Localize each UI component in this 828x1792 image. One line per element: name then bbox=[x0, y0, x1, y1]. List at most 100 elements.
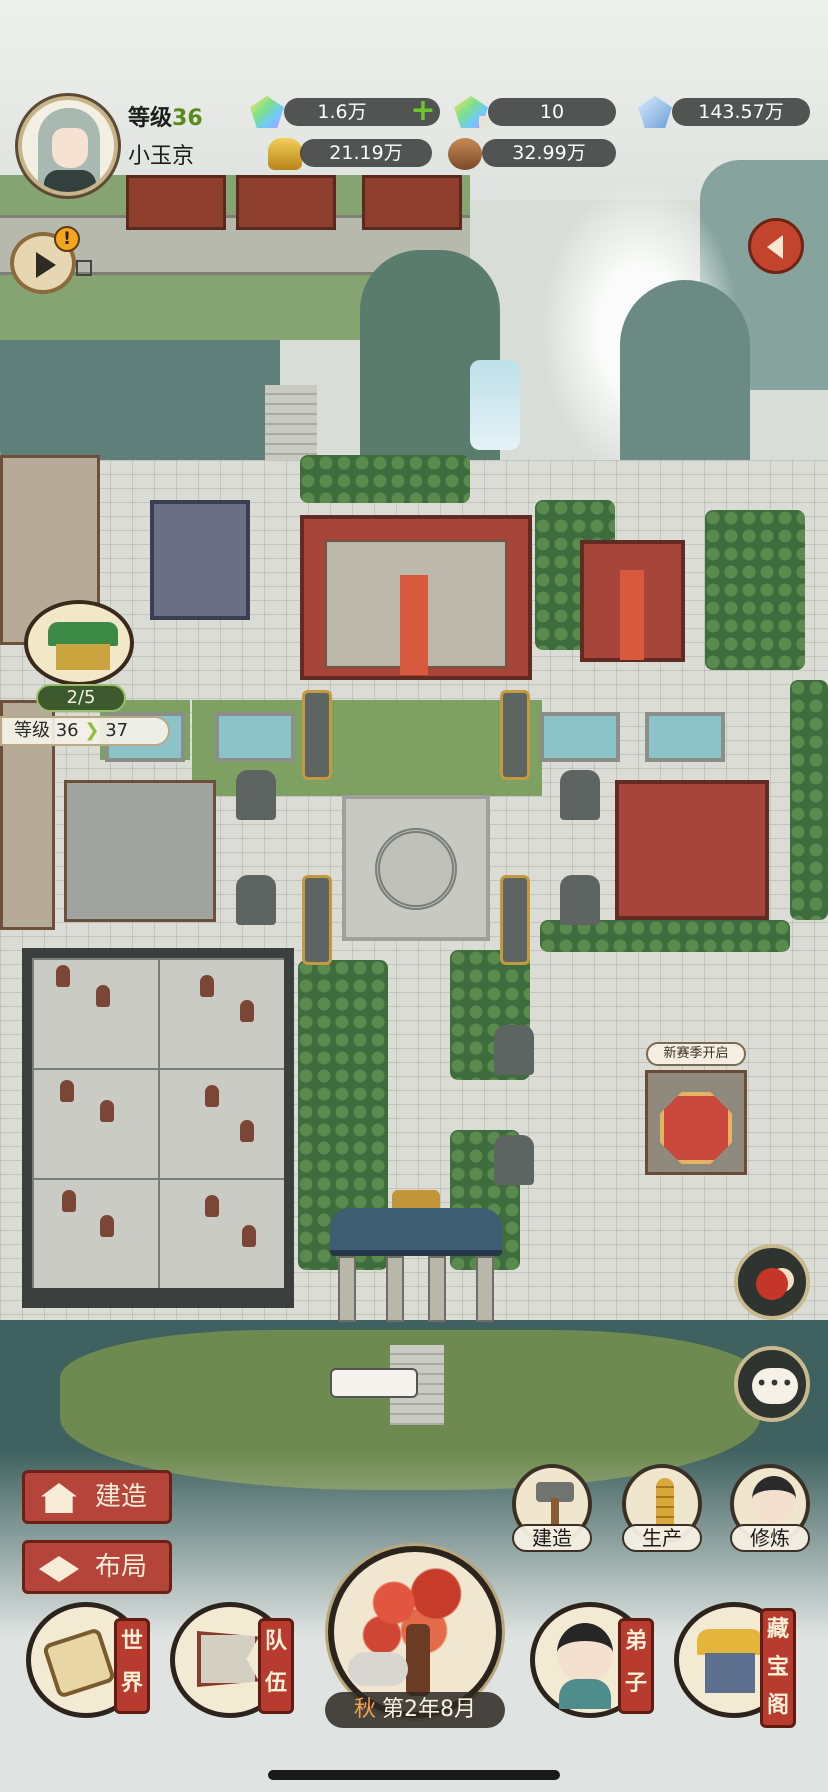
hedge bbox=[790, 680, 828, 920]
cloud-icon bbox=[348, 1652, 408, 1686]
mountain bbox=[620, 280, 750, 480]
hedge bbox=[300, 455, 470, 503]
red-ball-icon bbox=[756, 1268, 788, 1300]
stone-monument[interactable] bbox=[150, 500, 250, 620]
disciple-body-icon bbox=[559, 1679, 611, 1709]
calendar-date: 秋第2年8月 bbox=[325, 1692, 505, 1728]
level-label: 等级 bbox=[128, 106, 173, 131]
avatar-face bbox=[52, 128, 88, 168]
pillar bbox=[500, 690, 530, 780]
new-season-tag[interactable]: 新赛季开启 bbox=[646, 1042, 746, 1066]
disciples-label[interactable]: 弟子 bbox=[618, 1618, 654, 1714]
training-dummy bbox=[242, 1225, 256, 1247]
hedge bbox=[705, 510, 805, 670]
cultivate-action-label[interactable]: 修炼 bbox=[730, 1524, 810, 1552]
date-label: 第2年8月 bbox=[382, 1697, 476, 1722]
build-button[interactable]: 建造 bbox=[22, 1470, 172, 1524]
pond bbox=[215, 712, 295, 762]
add-jade-button[interactable]: + bbox=[408, 96, 438, 127]
fullscreen-icon[interactable] bbox=[76, 260, 92, 276]
carpet bbox=[620, 570, 644, 660]
wood-counter: 32.99万 bbox=[482, 139, 616, 167]
gate-post bbox=[338, 1256, 356, 1322]
treasure-label[interactable]: 藏宝阁 bbox=[760, 1608, 796, 1728]
player-name: 小玉京 bbox=[128, 144, 195, 169]
pillar bbox=[302, 690, 332, 780]
pillar bbox=[302, 875, 332, 965]
build-button-label: 建造 bbox=[95, 1482, 148, 1512]
emote-button[interactable] bbox=[734, 1244, 810, 1320]
home-indicator[interactable] bbox=[268, 1770, 560, 1780]
dragon-emblem bbox=[375, 828, 457, 910]
npc-speech-bubble bbox=[330, 1368, 418, 1398]
produce-action-label[interactable]: 生产 bbox=[622, 1524, 702, 1552]
pavilion-roof-icon bbox=[48, 622, 118, 646]
wood-log-icon bbox=[448, 138, 482, 170]
chevron-right-icon: ❯ bbox=[84, 720, 100, 741]
upper-house[interactable] bbox=[236, 175, 336, 230]
play-icon bbox=[36, 252, 56, 278]
build-action-label[interactable]: 建造 bbox=[512, 1524, 592, 1552]
season-platform bbox=[660, 1092, 732, 1164]
gold-counter: 21.19万 bbox=[300, 139, 432, 167]
sect-progress: 2/5 bbox=[36, 684, 126, 712]
sect-level-current: 36 bbox=[55, 720, 79, 741]
stone-lion bbox=[236, 770, 276, 820]
cliff bbox=[0, 340, 280, 470]
training-dummy bbox=[100, 1215, 114, 1237]
gate-roof bbox=[330, 1208, 502, 1256]
training-dummy bbox=[205, 1195, 219, 1217]
level-value: 36 bbox=[172, 106, 203, 131]
tree-trunk bbox=[406, 1624, 430, 1696]
team-label[interactable]: 队伍 bbox=[258, 1618, 294, 1714]
gate-post bbox=[386, 1256, 404, 1322]
training-dummy bbox=[205, 1085, 219, 1107]
chat-button[interactable]: ••• bbox=[734, 1346, 810, 1422]
sect-level-upgrade[interactable]: 等级 36 ❯ 37 bbox=[0, 716, 170, 746]
gate-post bbox=[428, 1256, 446, 1322]
upper-house[interactable] bbox=[362, 175, 462, 230]
arrow-left-icon bbox=[767, 235, 783, 259]
pillar bbox=[500, 875, 530, 965]
chat-bubble-icon: ••• bbox=[752, 1368, 798, 1404]
layout-button[interactable]: 布局 bbox=[22, 1540, 172, 1594]
player-level: 等级36 bbox=[128, 100, 203, 132]
pavilion-body-icon bbox=[705, 1653, 755, 1693]
sect-gate[interactable] bbox=[330, 1190, 502, 1330]
stone-lion bbox=[236, 875, 276, 925]
collapse-button[interactable] bbox=[748, 218, 804, 274]
treasure-hall[interactable] bbox=[615, 780, 769, 920]
stone-lion bbox=[560, 875, 600, 925]
training-dummy bbox=[200, 975, 214, 997]
pavilion-gate-icon bbox=[56, 644, 110, 670]
training-dummy bbox=[96, 985, 110, 1007]
world-label[interactable]: 世界 bbox=[114, 1618, 150, 1714]
library-building[interactable] bbox=[64, 780, 216, 922]
training-dummy bbox=[240, 1120, 254, 1142]
alert-badge: ! bbox=[54, 226, 80, 252]
upper-house[interactable] bbox=[126, 175, 226, 230]
layout-grid-icon bbox=[39, 1556, 79, 1582]
pavilion-roof-icon bbox=[697, 1629, 763, 1655]
bound-jade-counter: 10 bbox=[488, 98, 616, 126]
carpet bbox=[400, 575, 428, 675]
season-label: 秋 bbox=[353, 1697, 376, 1722]
disciple-face-icon bbox=[557, 1623, 613, 1683]
map-scroll-icon bbox=[41, 1627, 117, 1699]
pond bbox=[540, 712, 620, 762]
gold-ingot-icon bbox=[268, 138, 302, 170]
gate-post bbox=[476, 1256, 494, 1322]
stone-lion bbox=[494, 1025, 534, 1075]
training-dummy bbox=[56, 965, 70, 987]
house-icon bbox=[41, 1483, 77, 1513]
stairs bbox=[265, 385, 317, 465]
sect-level-label: 等级 bbox=[14, 720, 50, 741]
stone-lion bbox=[494, 1135, 534, 1185]
lock-icon bbox=[479, 116, 489, 128]
training-dummy bbox=[100, 1100, 114, 1122]
training-dummy bbox=[62, 1190, 76, 1212]
stone-lion bbox=[560, 770, 600, 820]
sect-badge[interactable] bbox=[24, 600, 134, 686]
player-avatar[interactable] bbox=[18, 96, 118, 196]
waterfall bbox=[470, 360, 520, 450]
